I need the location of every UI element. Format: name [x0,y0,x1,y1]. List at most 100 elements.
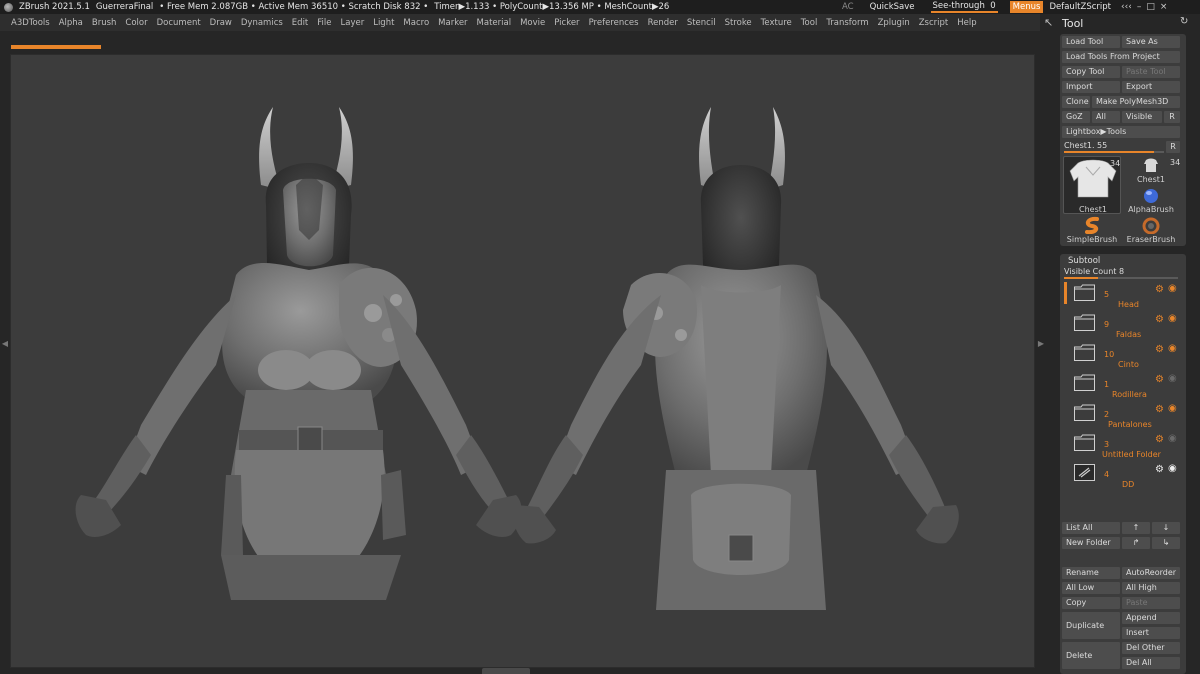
all-high-button[interactable]: All High [1122,582,1180,594]
minimize-icon[interactable]: – [1137,2,1142,12]
left-shelf-arrow-icon[interactable]: ◀ [1,338,9,350]
eye-icon[interactable]: ◉ [1168,343,1177,354]
export-button[interactable]: Export [1122,81,1180,93]
import-button[interactable]: Import [1062,81,1120,93]
tool-thumbnail-chest-main[interactable]: 34 Chest1 [1063,156,1121,214]
menu-layer[interactable]: Layer [341,18,365,28]
menu-dynamics[interactable]: Dynamics [241,18,283,28]
delete-button[interactable]: Delete [1062,642,1120,669]
gear-icon[interactable]: ⚙ [1155,374,1164,385]
menu-zplugin[interactable]: Zplugin [878,18,910,28]
gear-icon[interactable]: ⚙ [1155,434,1164,445]
subtool-row[interactable]: 4 DD ⚙ ◉ [1064,462,1184,490]
visible-count-slider[interactable] [1064,277,1178,279]
eye-icon[interactable]: ◉ [1168,283,1177,294]
append-button[interactable]: Append [1122,612,1180,624]
duplicate-button[interactable]: Duplicate [1062,612,1120,639]
move-up-button[interactable]: ↑ [1122,522,1150,534]
menu-render[interactable]: Render [648,18,678,28]
menu-movie[interactable]: Movie [520,18,545,28]
tray-arrows-icon[interactable]: ‹‹‹ [1121,2,1132,12]
tool-palette-title[interactable]: Tool [1062,17,1083,30]
quicksave-button[interactable]: QuickSave [870,2,915,12]
move-up-folder-button[interactable]: ↱ [1122,537,1150,549]
clone-button[interactable]: Clone [1062,96,1090,108]
tray-pin-icon[interactable]: ↖ [1044,16,1058,30]
menu-light[interactable]: Light [373,18,394,28]
menu-marker[interactable]: Marker [438,18,467,28]
eye-icon[interactable]: ◉ [1168,373,1177,384]
right-shelf-arrow-icon[interactable]: ▶ [1037,338,1045,350]
menu-texture[interactable]: Texture [761,18,792,28]
goz-all-button[interactable]: All [1092,111,1120,123]
gear-icon[interactable]: ⚙ [1155,284,1164,295]
lightbox-tools-button[interactable]: Lightbox▶Tools [1062,126,1180,138]
rename-button[interactable]: Rename [1062,567,1120,579]
default-zscript-button[interactable]: DefaultZScript [1049,2,1111,12]
menu-zscript[interactable]: Zscript [919,18,949,28]
subtool-row[interactable]: 10 Cinto ⚙ ◉ [1064,342,1184,370]
bottom-shelf-handle[interactable] [482,668,530,674]
menu-stroke[interactable]: Stroke [725,18,752,28]
del-all-button[interactable]: Del All [1122,657,1180,669]
tool-thumbnail-chest-small[interactable]: 34 Chest1 [1122,156,1180,184]
gear-icon[interactable]: ⚙ [1155,314,1164,325]
see-through-slider[interactable]: See-through 0 [930,1,998,13]
menu-file[interactable]: File [317,18,331,28]
new-folder-button[interactable]: New Folder [1062,537,1120,549]
list-all-button[interactable]: List All [1062,522,1120,534]
tool-thumbnail-alphabrush[interactable]: AlphaBrush [1122,186,1180,214]
move-down-folder-button[interactable]: ↳ [1152,537,1180,549]
eye-icon[interactable]: ◉ [1168,463,1177,474]
reset-icon[interactable]: ↻ [1180,16,1188,27]
subtool-row[interactable]: 2 Pantalones ⚙ ◉ [1064,402,1184,430]
active-tool-slider-r-button[interactable]: R [1166,141,1180,153]
gear-icon[interactable]: ⚙ [1155,464,1164,475]
subtool-row[interactable]: 1 Rodillera ⚙ ◉ [1064,372,1184,400]
insert-button[interactable]: Insert [1122,627,1180,639]
copy-tool-button[interactable]: Copy Tool [1062,66,1120,78]
menu-tool[interactable]: Tool [801,18,818,28]
document-canvas[interactable] [10,54,1035,668]
gear-icon[interactable]: ⚙ [1155,404,1164,415]
subtool-row[interactable]: 5 Head ⚙ ◉ [1064,282,1184,310]
menu-preferences[interactable]: Preferences [589,18,639,28]
menu-material[interactable]: Material [477,18,512,28]
maximize-icon[interactable]: □ [1146,2,1155,12]
menu-help[interactable]: Help [957,18,976,28]
paste-tool-button[interactable]: Paste Tool [1122,66,1180,78]
all-low-button[interactable]: All Low [1062,582,1120,594]
menu-alpha[interactable]: Alpha [59,18,83,28]
paste-subtool-button[interactable]: Paste [1122,597,1180,609]
menus-toggle-button[interactable]: Menus [1009,1,1044,13]
menu-document[interactable]: Document [157,18,201,28]
menu-draw[interactable]: Draw [210,18,232,28]
menu-a3dtools[interactable]: A3DTools [11,18,50,28]
copy-subtool-button[interactable]: Copy [1062,597,1120,609]
goz-visible-button[interactable]: Visible [1122,111,1162,123]
make-polymesh-button[interactable]: Make PolyMesh3D [1092,96,1180,108]
goz-r-button[interactable]: R [1164,111,1180,123]
eye-icon[interactable]: ◉ [1168,313,1177,324]
subtool-row[interactable]: 3 Untitled Folder ⚙ ◉ [1064,432,1184,460]
menu-stencil[interactable]: Stencil [687,18,716,28]
load-tool-button[interactable]: Load Tool [1062,36,1120,48]
del-other-button[interactable]: Del Other [1122,642,1180,654]
load-tools-from-project-button[interactable]: Load Tools From Project [1062,51,1180,63]
menu-edit[interactable]: Edit [292,18,308,28]
menu-brush[interactable]: Brush [92,18,117,28]
autoreorder-button[interactable]: AutoReorder [1122,567,1180,579]
ac-button[interactable]: AC [842,2,854,12]
eye-icon[interactable]: ◉ [1168,433,1177,444]
tool-thumbnail-simplebrush[interactable]: SimpleBrush [1063,216,1121,244]
menu-picker[interactable]: Picker [554,18,579,28]
close-icon[interactable]: × [1160,2,1168,12]
menu-transform[interactable]: Transform [826,18,868,28]
menu-macro[interactable]: Macro [403,18,429,28]
goz-button[interactable]: GoZ [1062,111,1090,123]
eye-icon[interactable]: ◉ [1168,403,1177,414]
subtool-row[interactable]: 9 Faldas ⚙ ◉ [1064,312,1184,340]
active-tool-slider[interactable] [1064,151,1164,153]
subtool-title[interactable]: Subtool [1068,256,1100,266]
save-as-button[interactable]: Save As [1122,36,1180,48]
